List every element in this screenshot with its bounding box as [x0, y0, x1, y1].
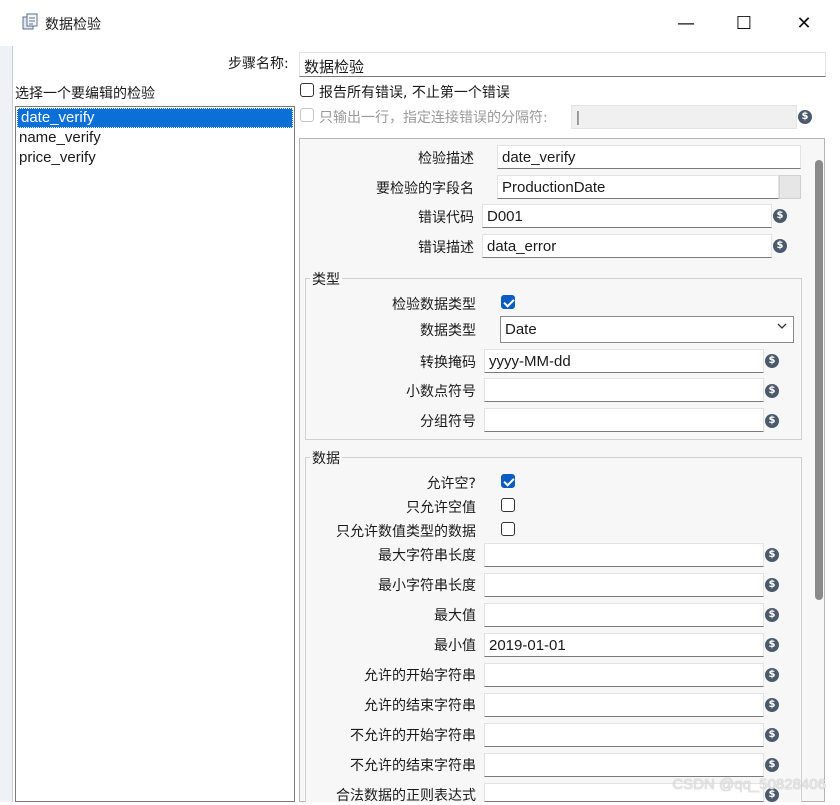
variable-icon[interactable]: $: [765, 608, 779, 622]
decimal-symbol-label: 小数点符号: [406, 384, 476, 400]
variable-icon[interactable]: $: [773, 209, 787, 223]
variable-icon[interactable]: $: [765, 354, 779, 368]
variable-icon[interactable]: $: [765, 638, 779, 652]
data-type-label: 数据类型: [420, 323, 476, 339]
error-desc-input[interactable]: data_error: [482, 234, 772, 258]
single-row-label: 只输出一行，指定连接错误的分隔符:: [319, 110, 548, 126]
report-all-errors-checkbox[interactable]: [300, 83, 314, 97]
variable-icon[interactable]: $: [765, 728, 779, 742]
max-value-label: 最大值: [434, 608, 476, 624]
background-window-edge: [0, 0, 13, 802]
max-value-input[interactable]: [484, 603, 764, 627]
field-name-input[interactable]: ProductionDate: [497, 175, 779, 199]
description-label: 检验描述: [418, 151, 474, 167]
window-title: 数据检验: [45, 17, 101, 33]
variable-icon[interactable]: $: [765, 548, 779, 562]
only-numeric-checkbox[interactable]: [501, 522, 515, 536]
variable-icon[interactable]: $: [765, 668, 779, 682]
field-dropdown-button[interactable]: [779, 175, 801, 199]
conversion-mask-label: 转换掩码: [420, 355, 476, 371]
allow-null-checkbox[interactable]: [501, 474, 515, 488]
separator-input[interactable]: |: [571, 105, 797, 129]
maximize-button[interactable]: ☐: [724, 8, 764, 38]
error-code-label: 错误代码: [418, 210, 474, 226]
disallowed-start-input[interactable]: [484, 723, 764, 747]
variable-icon[interactable]: $: [765, 758, 779, 772]
variable-icon[interactable]: $: [765, 578, 779, 592]
min-value-input[interactable]: 2019-01-01: [484, 633, 764, 657]
check-data-type-checkbox[interactable]: [501, 295, 515, 309]
watermark: CSDN @qq_50828406: [672, 776, 826, 793]
single-row-checkbox[interactable]: [300, 108, 314, 122]
minimize-button[interactable]: —: [666, 8, 706, 38]
type-group-title: 类型: [310, 269, 342, 289]
variable-icon[interactable]: $: [765, 414, 779, 428]
disallowed-end-input[interactable]: [484, 753, 764, 777]
allowed-end-input[interactable]: [484, 693, 764, 717]
disallowed-start-label: 不允许的开始字符串: [350, 728, 476, 744]
min-length-input[interactable]: [484, 573, 764, 597]
regex-label: 合法数据的正则表达式: [336, 788, 476, 804]
allowed-start-label: 允许的开始字符串: [364, 668, 476, 684]
scrollbar-thumb[interactable]: [815, 160, 823, 600]
validation-list-label: 选择一个要编辑的检验: [15, 86, 155, 102]
variable-icon[interactable]: $: [798, 110, 812, 124]
close-button[interactable]: ✕: [784, 8, 824, 38]
only-null-checkbox[interactable]: [501, 498, 515, 512]
conversion-mask-input[interactable]: yyyy-MM-dd: [484, 349, 764, 373]
only-numeric-label: 只允许数值类型的数据: [336, 524, 476, 540]
disallowed-end-label: 不允许的结束字符串: [350, 758, 476, 774]
data-group-title: 数据: [310, 448, 342, 468]
decimal-symbol-input[interactable]: [484, 378, 764, 402]
max-length-label: 最大字符串长度: [378, 548, 476, 564]
min-length-label: 最小字符串长度: [378, 578, 476, 594]
list-item[interactable]: price_verify: [16, 148, 294, 168]
error-code-input[interactable]: D001: [482, 204, 772, 228]
only-null-label: 只允许空值: [406, 500, 476, 516]
check-data-type-label: 检验数据类型: [392, 297, 476, 313]
report-all-errors-label: 报告所有错误, 不止第一个错误: [319, 85, 510, 101]
data-type-select[interactable]: Date: [500, 316, 794, 343]
step-name-label: 步骤名称:: [228, 56, 289, 72]
field-name-label: 要检验的字段名: [376, 181, 474, 197]
chevron-down-icon[interactable]: [776, 320, 788, 335]
step-name-input[interactable]: 数据检验: [299, 52, 826, 77]
allowed-end-label: 允许的结束字符串: [364, 698, 476, 714]
description-input[interactable]: date_verify: [497, 145, 801, 169]
validation-list[interactable]: date_verify name_verify price_verify: [15, 106, 295, 802]
grouping-symbol-label: 分组符号: [420, 414, 476, 430]
max-length-input[interactable]: [484, 543, 764, 567]
error-desc-label: 错误描述: [418, 240, 474, 256]
variable-icon[interactable]: $: [773, 239, 787, 253]
variable-icon[interactable]: $: [765, 384, 779, 398]
app-icon: [21, 13, 39, 31]
list-item[interactable]: name_verify: [16, 128, 294, 148]
min-value-label: 最小值: [434, 638, 476, 654]
allow-null-label: 允许空?: [426, 476, 476, 492]
title-bar[interactable]: [0, 0, 840, 46]
allowed-start-input[interactable]: [484, 663, 764, 687]
grouping-symbol-input[interactable]: [484, 408, 764, 432]
variable-icon[interactable]: $: [765, 698, 779, 712]
list-item[interactable]: date_verify: [17, 108, 293, 128]
